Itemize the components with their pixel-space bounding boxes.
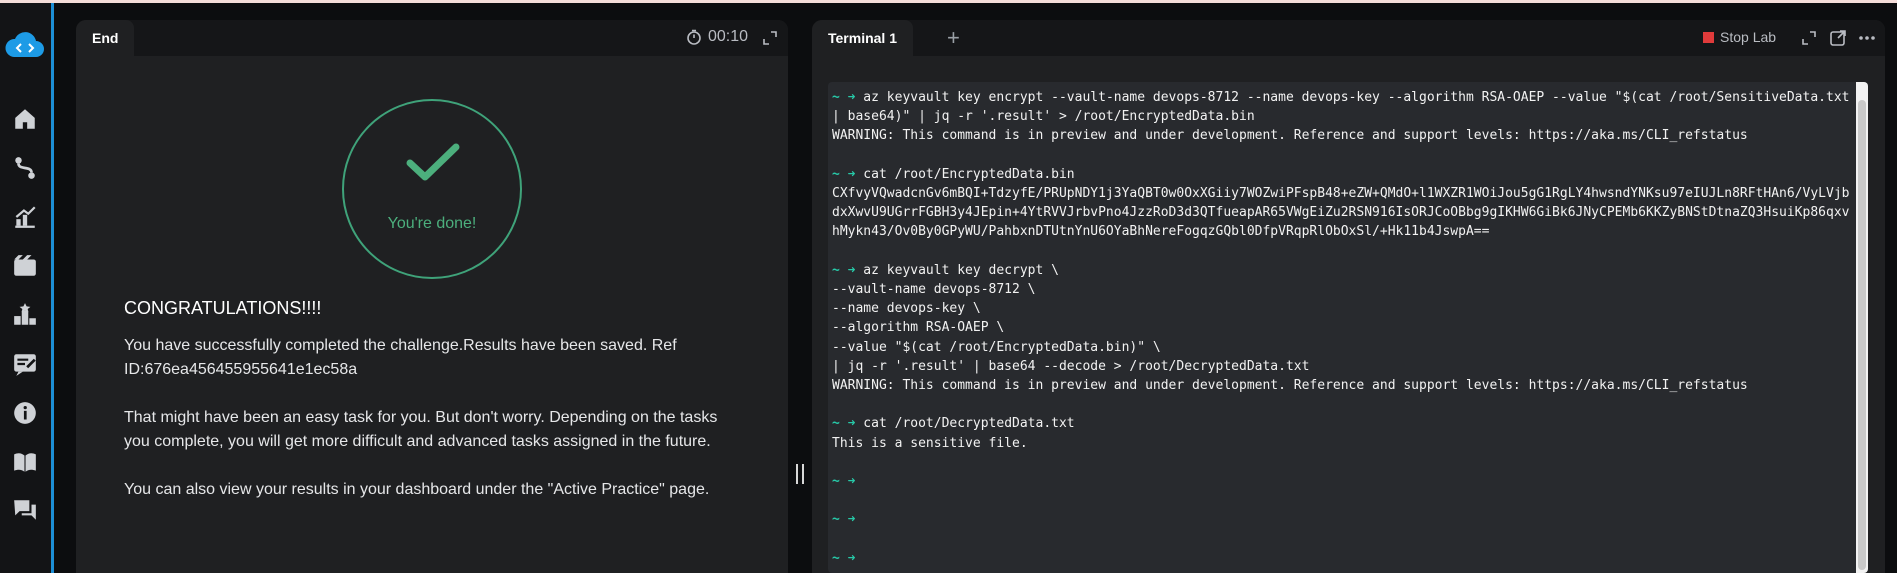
- end-panel: End 00:10 You're done! CONGRATULATIONS!!…: [76, 20, 788, 573]
- terminal-prompt: ~ ➜: [832, 262, 856, 278]
- cloud-logo-icon[interactable]: [4, 29, 46, 63]
- film-icon[interactable]: [12, 253, 38, 279]
- terminal-command-line: ~ ➜ cat /root/DecryptedData.txt: [832, 414, 1852, 433]
- terminal-scrollbar[interactable]: [1856, 82, 1868, 573]
- terminal-window[interactable]: ~ ➜ az keyvault key encrypt --vault-name…: [828, 82, 1868, 573]
- end-tabbar: End 00:10: [76, 20, 788, 56]
- terminal-output[interactable]: ~ ➜ az keyvault key encrypt --vault-name…: [832, 88, 1852, 568]
- stop-lab-button[interactable]: Stop Lab: [1703, 29, 1776, 45]
- completion-message: CONGRATULATIONS!!!! You have successfull…: [124, 296, 724, 526]
- terminal-command-line: ~ ➜: [832, 510, 1852, 529]
- tab-terminal-1[interactable]: Terminal 1: [812, 20, 913, 56]
- terminal-prompt: ~ ➜: [832, 90, 856, 105]
- terminal-output-line: --name devops-key \: [832, 301, 981, 317]
- dashboard-paragraph: You can also view your results in your d…: [124, 481, 710, 498]
- home-icon[interactable]: [12, 106, 38, 132]
- terminal-command: az keyvault key decrypt \: [855, 262, 1059, 278]
- chat-icon[interactable]: [12, 497, 38, 523]
- tab-end[interactable]: End: [76, 20, 135, 56]
- terminal-command-line: ~ ➜: [832, 472, 1852, 491]
- chart-icon[interactable]: [12, 204, 38, 230]
- notes-icon[interactable]: [12, 351, 38, 377]
- stop-lab-label: Stop Lab: [1720, 29, 1777, 45]
- window-top-edge: [0, 0, 1897, 3]
- terminal-command: az keyvault key encrypt --vault-name dev…: [832, 90, 1858, 125]
- terminal-command-line: ~ ➜ cat /root/EncryptedData.bin: [832, 165, 1852, 184]
- stopwatch-icon: [687, 29, 701, 45]
- difficulty-paragraph: That might have been an easy task for yo…: [124, 409, 718, 450]
- terminal-prompt: ~ ➜: [832, 550, 856, 566]
- book-icon[interactable]: [12, 449, 38, 475]
- timer: 00:10: [686, 28, 748, 46]
- timer-value: 00:10: [708, 28, 749, 45]
- terminal-output-line: WARNING: This command is in preview and …: [832, 378, 1748, 394]
- terminal-panel: Terminal 1 + Stop Lab ~ ➜ az keyvault ke…: [812, 20, 1885, 573]
- terminal-output-line: WARNING: This command is in preview and …: [832, 128, 1748, 144]
- terminal-output-line: This is a sensitive file.: [832, 435, 1028, 451]
- panel-resize-handle[interactable]: [796, 464, 804, 484]
- terminal-output-line: --value "$(cat /root/EncryptedData.bin)"…: [832, 339, 1161, 355]
- terminal-command-line: ~ ➜ az keyvault key decrypt \: [832, 261, 1852, 280]
- checkmark-icon: [406, 143, 460, 181]
- info-icon[interactable]: [12, 400, 38, 426]
- expand-icon[interactable]: [761, 29, 779, 47]
- terminal-command-line: ~ ➜ az keyvault key encrypt --vault-name…: [832, 88, 1852, 126]
- add-terminal-button[interactable]: +: [947, 27, 960, 49]
- route-icon[interactable]: [12, 155, 38, 181]
- completion-circle: You're done!: [342, 99, 522, 279]
- terminal-prompt: ~ ➜: [832, 166, 856, 182]
- terminal-prompt: ~ ➜: [832, 512, 856, 528]
- terminal-output-line: --algorithm RSA-OAEP \: [832, 320, 1005, 336]
- more-options-icon[interactable]: [1858, 29, 1876, 47]
- terminal-output-line: | jq -r '.result' | base64 --decode > /r…: [832, 358, 1310, 374]
- open-external-icon[interactable]: [1829, 29, 1847, 47]
- done-text: You're done!: [387, 215, 477, 232]
- ranking-icon[interactable]: [12, 302, 38, 328]
- terminal-command-line: ~ ➜: [832, 549, 1852, 568]
- terminal-prompt: ~ ➜: [832, 474, 856, 489]
- stop-icon: [1703, 31, 1714, 43]
- terminal-output-line: CXfvyVQwadcnGv6mBQI+TdzyfE/PRUpNDY1j3YaQ…: [832, 186, 1850, 240]
- scrollbar-thumb[interactable]: [1858, 100, 1866, 570]
- terminal-command: cat /root/EncryptedData.bin: [855, 166, 1075, 182]
- terminal-tabbar: Terminal 1 + Stop Lab: [812, 20, 1885, 56]
- terminal-command: cat /root/DecryptedData.txt: [855, 416, 1075, 432]
- expand-icon[interactable]: [1800, 29, 1818, 47]
- result-paragraph: You have successfully completed the chal…: [124, 337, 677, 378]
- terminal-prompt: ~ ➜: [832, 416, 856, 432]
- congrats-title: CONGRATULATIONS!!!!: [124, 298, 322, 318]
- sidebar: [0, 3, 54, 573]
- terminal-output-line: --vault-name devops-8712 \: [832, 282, 1036, 297]
